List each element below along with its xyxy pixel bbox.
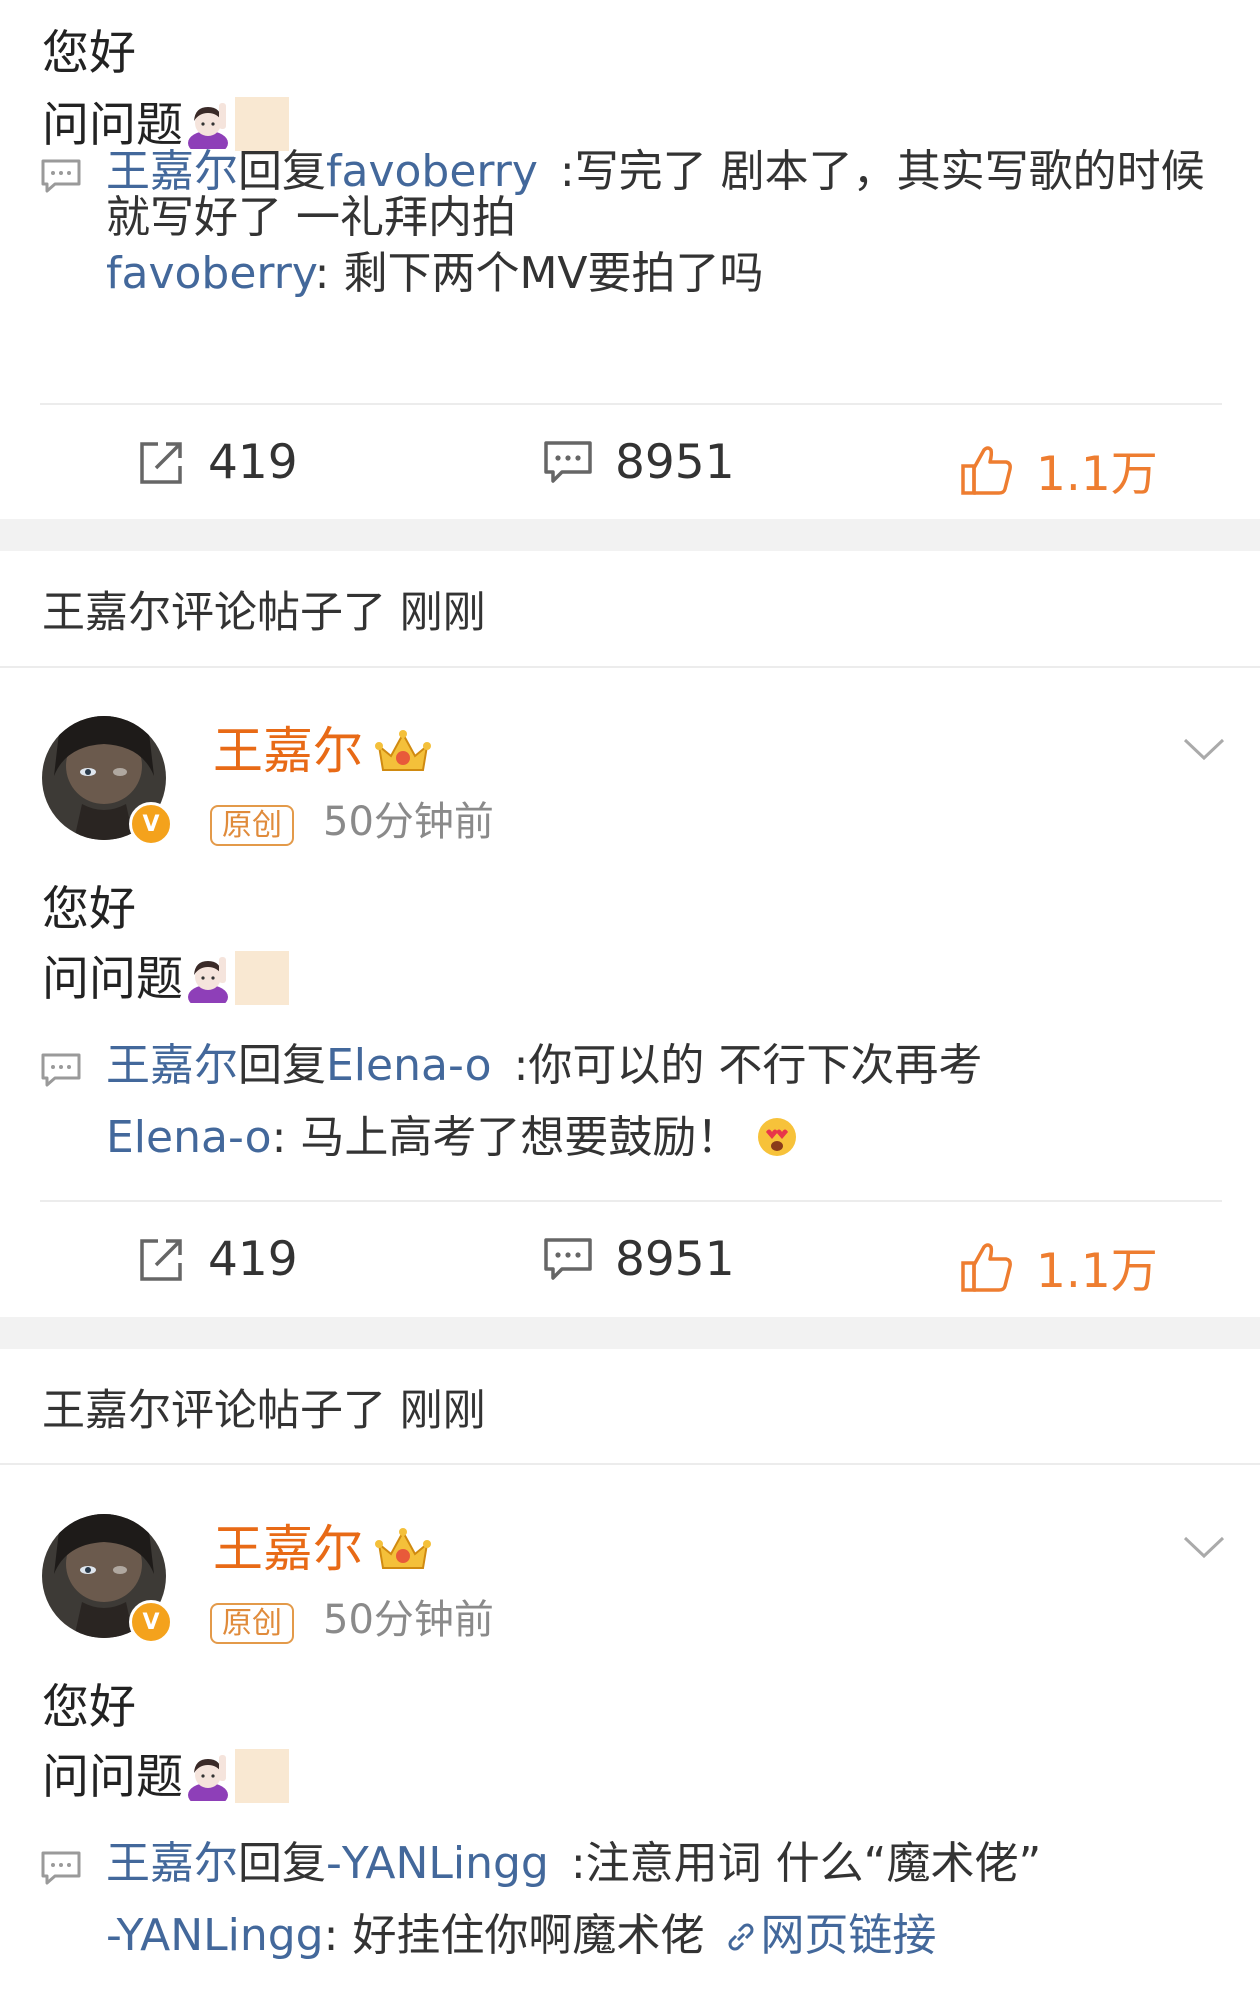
repost-icon bbox=[140, 1238, 182, 1281]
comment-count: 8951 bbox=[615, 435, 735, 490]
post-text-line-1: 您好 bbox=[42, 26, 136, 81]
verified-badge: V bbox=[129, 802, 173, 846]
emoji-placeholder bbox=[235, 1749, 289, 1803]
quote-colon: : bbox=[314, 248, 344, 299]
post-text-line-2: 问问题 bbox=[42, 1749, 289, 1807]
verified-badge: V bbox=[129, 1600, 173, 1644]
reply-line: 王嘉尔回复Elena-o:你可以的 不行下次再考 bbox=[106, 1044, 982, 1088]
divider bbox=[0, 1463, 1260, 1465]
reply-author-link[interactable]: 王嘉尔 bbox=[106, 1838, 238, 1889]
post-text-line-1: 您好 bbox=[42, 1680, 136, 1735]
reply-author-link[interactable]: 王嘉尔 bbox=[106, 146, 238, 197]
reply-target-link[interactable]: favoberry bbox=[326, 146, 538, 197]
quoted-author-link[interactable]: -YANLingg bbox=[106, 1910, 324, 1961]
comment-notice: 王嘉尔评论帖子了 刚刚 bbox=[42, 1386, 486, 1436]
user-name[interactable]: 王嘉尔 bbox=[213, 1524, 363, 1574]
divider bbox=[40, 403, 1222, 405]
quoted-text: 马上高考了想要鼓励！ bbox=[300, 1112, 741, 1163]
action-bar: 419 8951 1.1万 bbox=[0, 435, 1260, 502]
reply-word: 回复 bbox=[238, 1040, 326, 1091]
raising-hand-girl-emoji bbox=[183, 1751, 233, 1807]
comment-icon bbox=[41, 1851, 81, 1885]
web-link-label: 网页链接 bbox=[760, 1910, 937, 1961]
crown-badge-icon bbox=[375, 1528, 431, 1569]
emoji-placeholder bbox=[235, 97, 289, 151]
link-icon bbox=[728, 1923, 754, 1951]
repost-button[interactable]: 419 bbox=[136, 1232, 298, 1287]
quoted-comment: -YANLingg: 好挂住你啊魔术佬 网页链接 bbox=[106, 1914, 936, 1958]
comment-icon bbox=[41, 1053, 81, 1087]
quoted-author-link[interactable]: Elena-o bbox=[106, 1112, 272, 1163]
emoji-placeholder bbox=[235, 951, 289, 1005]
reply-line: 王嘉尔回复favoberry:写完了 剧本了，其实写歌的时候 bbox=[106, 150, 1205, 194]
post-text-line-2: 问问题 bbox=[42, 97, 289, 155]
reply-target-link[interactable]: -YANLingg bbox=[326, 1838, 549, 1889]
reply-text: :写完了 剧本了，其实写歌的时候 bbox=[559, 146, 1205, 197]
like-count: 1.1万 bbox=[1036, 1244, 1158, 1299]
quoted-text: 剩下两个MV要拍了吗 bbox=[343, 248, 764, 299]
section-separator bbox=[0, 519, 1260, 551]
original-tag: 原创 bbox=[210, 1603, 294, 1644]
web-link[interactable]: 网页链接 bbox=[722, 1910, 936, 1961]
repost-icon bbox=[140, 441, 182, 484]
reply-word: 回复 bbox=[238, 1838, 326, 1889]
quoted-comment: Elena-o: 马上高考了想要鼓励！ bbox=[106, 1116, 798, 1166]
divider bbox=[40, 1200, 1222, 1202]
heart-eyes-emoji bbox=[756, 1116, 798, 1166]
raising-hand-girl-emoji bbox=[183, 99, 233, 155]
post-time: 50分钟前 bbox=[323, 799, 494, 845]
quoted-comment: favoberry: 剩下两个MV要拍了吗 bbox=[106, 252, 764, 296]
thumbs-up-icon bbox=[961, 445, 1012, 495]
like-button[interactable]: 1.1万 bbox=[960, 1232, 1158, 1301]
reply-text: :你可以的 不行下次再考 bbox=[513, 1040, 983, 1091]
reply-target-link[interactable]: Elena-o bbox=[326, 1040, 492, 1091]
post-time: 50分钟前 bbox=[323, 1597, 494, 1643]
action-bar: 419 8951 1.1万 bbox=[0, 1232, 1260, 1299]
repost-button[interactable]: 419 bbox=[136, 435, 298, 490]
comment-icon bbox=[544, 440, 592, 483]
quote-colon: : bbox=[271, 1112, 301, 1163]
comment-button[interactable]: 8951 bbox=[543, 1232, 735, 1287]
post-text-line-2: 问问题 bbox=[42, 951, 289, 1009]
like-button[interactable]: 1.1万 bbox=[960, 435, 1158, 504]
divider bbox=[0, 666, 1260, 668]
comment-notice: 王嘉尔评论帖子了 刚刚 bbox=[42, 588, 486, 638]
chevron-down-icon[interactable] bbox=[1182, 1534, 1226, 1560]
quoted-text: 好挂住你啊魔术佬 bbox=[352, 1910, 705, 1961]
comment-button[interactable]: 8951 bbox=[543, 435, 735, 490]
repost-count: 419 bbox=[208, 435, 298, 490]
raising-hand-girl-emoji bbox=[183, 953, 233, 1009]
comment-count: 8951 bbox=[615, 1232, 735, 1287]
reply-text-continued: 就写好了 一礼拜内拍 bbox=[106, 192, 516, 243]
crown-badge-icon bbox=[375, 730, 431, 771]
chevron-down-icon[interactable] bbox=[1182, 736, 1226, 762]
thumbs-up-icon bbox=[961, 1242, 1012, 1292]
reply-word: 回复 bbox=[238, 146, 326, 197]
repost-count: 419 bbox=[208, 1232, 298, 1287]
post-text: 问问题 bbox=[42, 952, 183, 1007]
reply-text: :注意用词 什么“魔术佬” bbox=[570, 1838, 1042, 1889]
comment-icon bbox=[544, 1237, 592, 1280]
user-name[interactable]: 王嘉尔 bbox=[213, 726, 363, 776]
reply-author-link[interactable]: 王嘉尔 bbox=[106, 1040, 238, 1091]
comment-icon bbox=[41, 159, 81, 193]
section-separator bbox=[0, 1317, 1260, 1349]
original-tag: 原创 bbox=[210, 805, 294, 846]
post-text: 问问题 bbox=[42, 98, 183, 153]
quote-colon: : bbox=[323, 1910, 353, 1961]
like-count: 1.1万 bbox=[1036, 447, 1158, 502]
reply-line: 王嘉尔回复-YANLingg:注意用词 什么“魔术佬” bbox=[106, 1842, 1041, 1886]
quoted-author-link[interactable]: favoberry bbox=[106, 248, 315, 299]
post-text-line-1: 您好 bbox=[42, 882, 136, 937]
post-text: 问问题 bbox=[42, 1750, 183, 1805]
